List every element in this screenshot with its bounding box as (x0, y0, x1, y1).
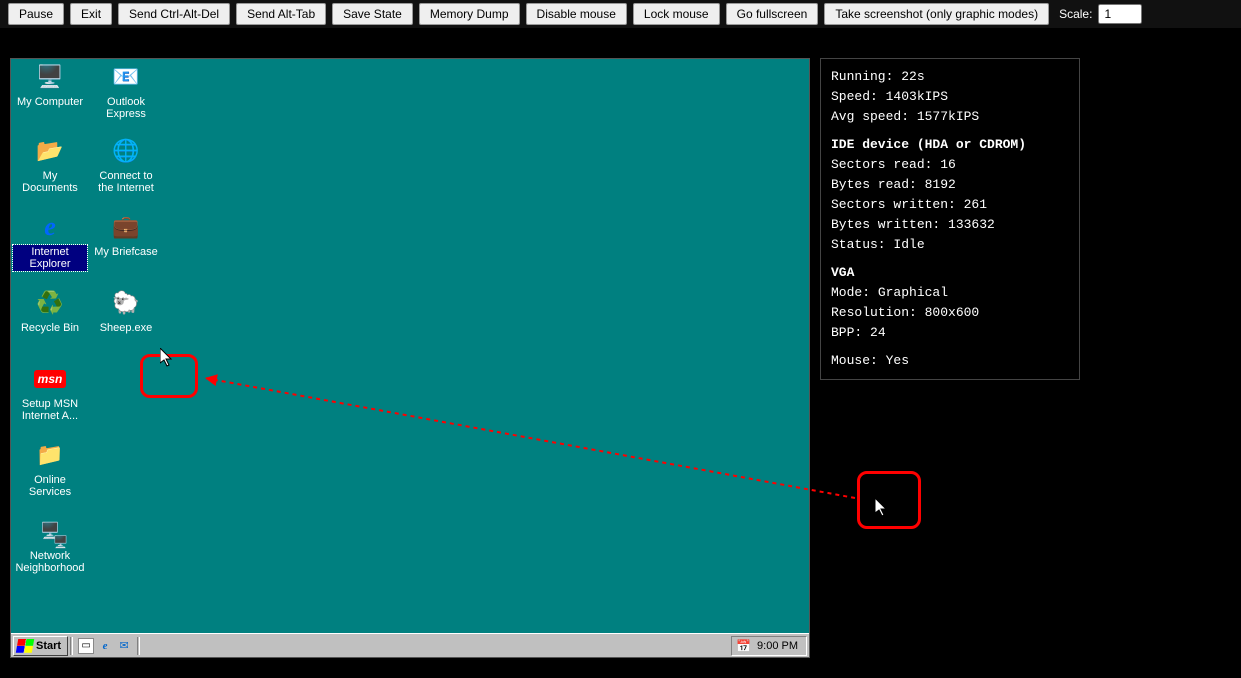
resolution-value: 800x600 (925, 305, 980, 320)
pause-button[interactable]: Pause (8, 3, 64, 25)
go-fullscreen-button[interactable]: Go fullscreen (726, 3, 819, 25)
ie-icon: e (34, 211, 66, 243)
my-computer-icon: 🖥️ (34, 61, 66, 93)
lock-mouse-button[interactable]: Lock mouse (633, 3, 720, 25)
running-label: Running: (831, 69, 901, 84)
quick-launch-ie[interactable]: e (97, 638, 113, 654)
icon-label: Sheep.exe (89, 321, 163, 335)
network-icon: 🖥️🖥️ (34, 515, 66, 547)
desktop-icon-my-documents[interactable]: 📂My Documents (13, 135, 87, 195)
mouse-label: Mouse: (831, 353, 886, 368)
desktop[interactable]: 🖥️My Computer📧Outlook Express📂My Documen… (11, 59, 809, 633)
avgspeed-label: Avg speed: (831, 109, 917, 124)
status-value: Idle (893, 237, 924, 252)
icon-label: Online Services (13, 473, 87, 499)
icon-label: Network Neighborhood (13, 549, 87, 575)
windows-logo-icon (16, 639, 34, 653)
emulator-toolbar: Pause Exit Send Ctrl-Alt-Del Send Alt-Ta… (0, 0, 1241, 28)
speed-value: 1403kIPS (886, 89, 948, 104)
start-button[interactable]: Start (13, 636, 68, 656)
bytes-written-value: 133632 (948, 217, 995, 232)
icon-label: Setup MSN Internet A... (13, 397, 87, 423)
desktop-icon-connect-internet[interactable]: 🌐Connect to the Internet (89, 135, 163, 195)
desktop-icon-online-services[interactable]: 📁Online Services (13, 439, 87, 499)
take-screenshot-button[interactable]: Take screenshot (only graphic modes) (824, 3, 1049, 25)
bytes-read-value: 8192 (925, 177, 956, 192)
icon-label: Connect to the Internet (89, 169, 163, 195)
icon-label: Outlook Express (89, 95, 163, 121)
desktop-icon-outlook-express[interactable]: 📧Outlook Express (89, 61, 163, 121)
avgspeed-value: 1577kIPS (917, 109, 979, 124)
status-panel: Running: 22s Speed: 1403kIPS Avg speed: … (820, 58, 1080, 380)
desktop-icon-network-neighborhood[interactable]: 🖥️🖥️Network Neighborhood (13, 515, 87, 575)
sectors-written-label: Sectors written: (831, 197, 964, 212)
status-label: Status: (831, 237, 893, 252)
outlook-express-icon: 📧 (110, 61, 142, 93)
cursor-icon (875, 498, 889, 518)
desktop-icon-my-briefcase[interactable]: 💼 My Briefcase (89, 211, 163, 259)
icon-label: My Computer (13, 95, 87, 109)
mouse-value: Yes (886, 353, 909, 368)
icon-label: Recycle Bin (13, 321, 87, 335)
quick-launch-show-desktop[interactable]: ▭ (78, 638, 94, 654)
ide-header: IDE device (HDA or CDROM) (831, 135, 1069, 155)
start-label: Start (36, 640, 61, 652)
send-ctrl-alt-del-button[interactable]: Send Ctrl-Alt-Del (118, 3, 230, 25)
quick-launch: ▭ e ✉ (75, 638, 135, 654)
sectors-written-value: 261 (964, 197, 987, 212)
icon-label: Internet Explorer (13, 245, 87, 271)
speed-label: Speed: (831, 89, 886, 104)
recycle-bin-icon: ♻️ (34, 287, 66, 319)
bpp-value: 24 (870, 325, 886, 340)
system-tray[interactable]: 📅 9:00 PM (731, 636, 807, 656)
send-alt-tab-button[interactable]: Send Alt-Tab (236, 3, 326, 25)
desktop-icon-internet-explorer[interactable]: eInternet Explorer (13, 211, 87, 271)
sheep-exe-icon: 🐑 (110, 287, 142, 319)
save-state-button[interactable]: Save State (332, 3, 413, 25)
sectors-read-value: 16 (940, 157, 956, 172)
bytes-read-label: Bytes read: (831, 177, 925, 192)
mode-value: Graphical (878, 285, 948, 300)
vga-header: VGA (831, 263, 1069, 283)
sectors-read-label: Sectors read: (831, 157, 940, 172)
disable-mouse-button[interactable]: Disable mouse (526, 3, 627, 25)
desktop-icon-sheep-exe[interactable]: 🐑 Sheep.exe (89, 287, 163, 335)
bpp-label: BPP: (831, 325, 870, 340)
bytes-written-label: Bytes written: (831, 217, 948, 232)
tray-icon[interactable]: 📅 (736, 639, 751, 653)
memory-dump-button[interactable]: Memory Dump (419, 3, 520, 25)
mode-label: Mode: (831, 285, 878, 300)
taskbar-separator (70, 637, 73, 655)
icon-label: My Documents (13, 169, 87, 195)
scale-input[interactable] (1098, 4, 1142, 24)
annotation-box-target (857, 471, 921, 529)
quick-launch-outlook[interactable]: ✉ (116, 638, 132, 654)
desktop-icon-recycle-bin[interactable]: ♻️ Recycle Bin (13, 287, 87, 335)
exit-button[interactable]: Exit (70, 3, 112, 25)
running-value: 22s (901, 69, 924, 84)
taskbar: Start ▭ e ✉ 📅 9:00 PM (11, 633, 809, 657)
my-documents-icon: 📂 (34, 135, 66, 167)
scale-label: Scale: (1059, 7, 1092, 21)
icon-label: My Briefcase (89, 245, 163, 259)
resolution-label: Resolution: (831, 305, 925, 320)
vm-screen[interactable]: 🖥️My Computer📧Outlook Express📂My Documen… (10, 58, 810, 658)
connect-internet-icon: 🌐 (110, 135, 142, 167)
tray-clock: 9:00 PM (757, 640, 798, 652)
taskbar-separator-2 (137, 637, 140, 655)
msn-icon: msn (34, 363, 66, 395)
desktop-icon-my-computer[interactable]: 🖥️ My Computer (13, 61, 87, 109)
desktop-icon-setup-msn[interactable]: msnSetup MSN Internet A... (13, 363, 87, 423)
online-services-icon: 📁 (34, 439, 66, 471)
my-briefcase-icon: 💼 (110, 211, 142, 243)
